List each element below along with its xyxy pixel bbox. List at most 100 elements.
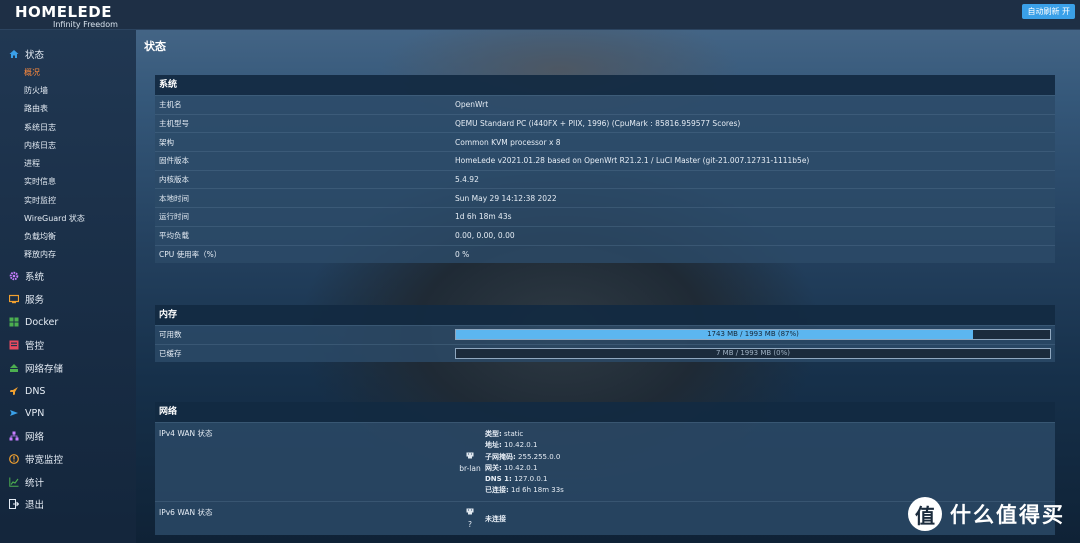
detail-line: 网关: 10.42.0.1 [485,463,564,474]
sidebar-item-label: 网络存储 [25,364,64,375]
row-key: 固件版本 [159,156,189,166]
home-icon [9,50,19,58]
sidebar-sub-freememory[interactable]: 释放内存 [24,248,56,262]
sidebar-sub-syslog[interactable]: 系统日志 [24,121,56,135]
sidebar-item-label: DNS [25,385,46,397]
sidebar-sub-realtime[interactable]: 实时信息 [24,175,56,189]
sidebar-item-docker[interactable]: Docker [0,313,58,331]
top-bar: HOMELEDE Infinity Freedom 自动刷新 开 [0,0,1080,30]
ipv4-wan-row: IPv4 WAN 状态 br-lan 类型: static 地址: 10.42.… [155,422,1055,501]
table-row: 可用数 1743 MB / 1993 MB (87%) [155,325,1055,344]
memory-cached-bar: 7 MB / 1993 MB (0%) [455,348,1051,360]
sidebar-item-services[interactable]: 服务 [0,290,44,308]
sidebar-item-statistics[interactable]: 统计 [0,473,44,491]
sidebar-item-control[interactable]: 管控 [0,336,44,354]
sidebar-sub-monitor[interactable]: 实时监控 [24,194,56,208]
docker-icon [9,317,19,327]
iface-cell: br-lan [455,423,485,501]
detail-label: DNS 1: [485,475,512,484]
detail-value: 255.255.0.0 [518,452,561,461]
network-icon [9,431,19,441]
row-value: Sun May 29 14:12:38 2022 [455,193,557,203]
sidebar-item-logout[interactable]: 退出 [0,495,44,513]
ethernet-port-icon [466,508,474,515]
row-key: CPU 使用率（%） [159,249,222,259]
table-row: 主机名 OpenWrt [155,95,1055,114]
plane-icon [10,410,18,416]
detail-line: 类型: static [485,429,564,440]
sidebar-item-system[interactable]: 系统 [0,267,44,285]
table-row: 已缓存 7 MB / 1993 MB (0%) [155,343,1055,363]
row-value: 1d 6h 18m 43s [455,212,512,222]
sidebar-item-dns[interactable]: DNS [0,382,45,400]
row-key: 架构 [159,137,174,147]
logo-title: HOMELEDE [15,3,112,21]
sidebar-item-vpn[interactable]: VPN [0,404,44,422]
detail-label: 网关: [485,463,502,472]
memory-panel: 内存 可用数 1743 MB / 1993 MB (87%) 已缓存 7 MB … [155,305,1055,363]
sidebar-item-label: Docker [25,316,59,328]
sidebar-item-label: 带宽监控 [25,455,64,466]
sidebar-sub-overview[interactable]: 概况 [24,66,40,80]
ipv6-status: 未连接 [485,514,506,523]
sidebar-item-label: 状态 [25,50,45,61]
logo[interactable]: HOMELEDE Infinity Freedom [15,4,118,29]
sidebar: 状态 概况 防火墙 路由表 系统日志 内核日志 进程 实时信息 实时监控 Wir… [0,30,136,543]
sidebar-sub-processes[interactable]: 进程 [24,157,40,171]
memory-panel-title: 内存 [155,305,1055,325]
sidebar-item-label: 退出 [25,500,45,511]
page-title: 状态 [144,40,166,53]
sidebar-item-network[interactable]: 网络 [0,427,44,445]
auto-refresh-button[interactable]: 自动刷新 开 [1022,4,1075,19]
gear-icon [9,271,19,281]
sidebar-sub-loadbalance[interactable]: 负载均衡 [24,230,56,244]
progress-label: 1743 MB / 1993 MB (87%) [707,330,799,339]
sidebar-sub-firewall[interactable]: 防火墙 [24,84,48,98]
row-key: IPv4 WAN 状态 [159,429,213,438]
detail-line: 子网掩码: 255.255.0.0 [485,452,564,463]
system-panel-title: 系统 [155,75,1055,95]
table-row: 内核版本 5.4.92 [155,169,1055,189]
detail-value: 10.42.0.1 [504,463,538,472]
row-key: IPv6 WAN 状态 [159,508,213,517]
rocket-icon [10,387,18,395]
ethernet-port-icon [466,452,474,458]
row-value: Common KVM processor x 8 [455,137,561,147]
row-key: 运行时间 [159,212,189,222]
detail-value: 1d 6h 18m 33s [511,486,564,495]
sidebar-sub-wireguard[interactable]: WireGuard 状态 [24,212,85,226]
row-key: 已缓存 [159,349,182,359]
detail-line: DNS 1: 127.0.0.1 [485,474,564,485]
row-key: 内核版本 [159,175,189,185]
detail-value: static [504,430,524,438]
logo-subtitle: Infinity Freedom [53,20,118,29]
storage-icon [10,364,18,372]
detail-value: 10.42.0.1 [504,441,538,450]
row-key: 可用数 [159,330,182,340]
table-row: 固件版本 HomeLede v2021.01.28 based on OpenWr… [155,151,1055,170]
sidebar-item-bandwidth[interactable]: 带宽监控 [0,450,63,468]
iface-cell: ? [455,502,485,535]
detail-label: 已连接: [485,486,509,495]
row-value: 5.4.92 [455,175,479,185]
table-row: 架构 Common KVM processor x 8 [155,132,1055,152]
sidebar-item-label: 管控 [25,341,45,352]
sidebar-item-status[interactable]: 状态 [0,45,44,63]
row-value: 0.00, 0.00, 0.00 [455,231,515,241]
detail-label: 地址: [485,441,502,450]
progress-label: 7 MB / 1993 MB (0%) [715,349,790,358]
sidebar-item-network-storage[interactable]: 网络存储 [0,359,63,377]
table-row: 平均负载 0.00, 0.00, 0.00 [155,225,1055,245]
detail-label: 类型: [485,430,502,438]
sidebar-sub-kernellog[interactable]: 内核日志 [24,139,56,153]
sidebar-item-label: 服务 [25,295,45,306]
logout-icon [9,499,19,509]
chart-icon [9,477,19,487]
row-value: HomeLede v2021.01.28 based on OpenWrt R2… [455,156,810,166]
watermark-logo: 值 [908,497,942,531]
sidebar-sub-routes[interactable]: 路由表 [24,102,48,116]
watermark: 值 什么值得买 [908,497,1065,531]
bandwidth-icon [9,454,19,464]
iface-name: ? [468,520,472,529]
detail-label: 子网掩码: [485,452,516,461]
